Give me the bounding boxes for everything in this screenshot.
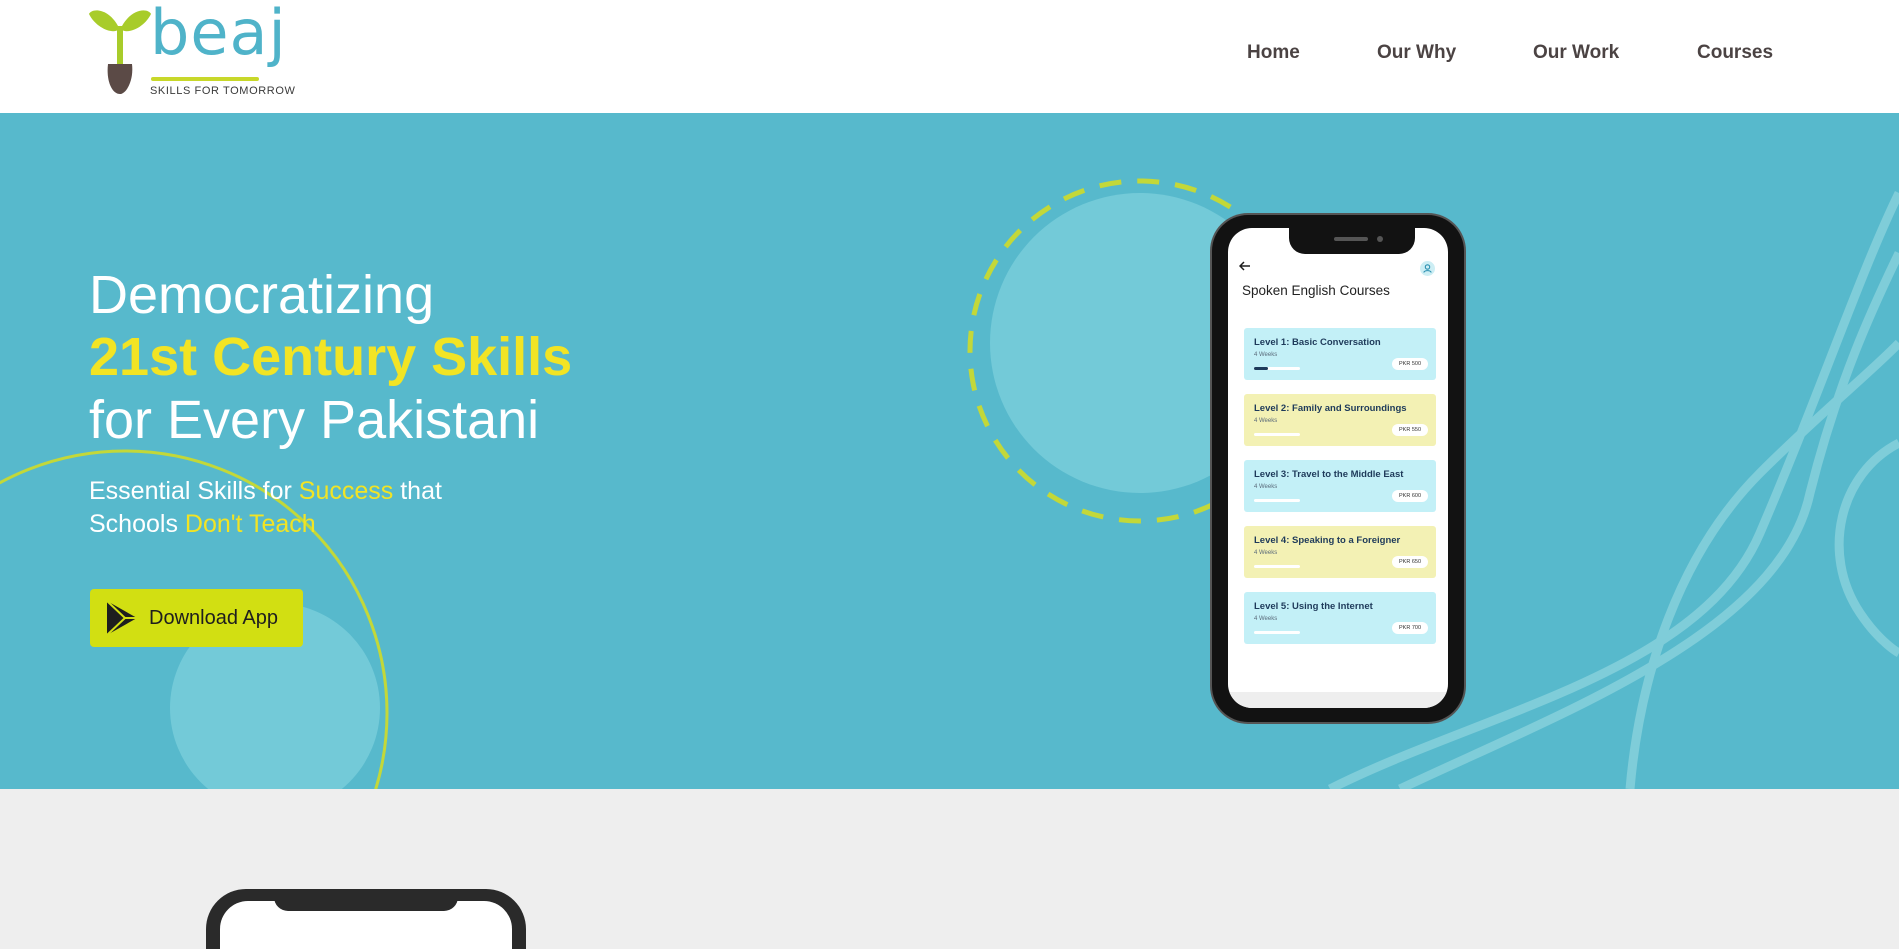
logo-tagline: SKILLS FOR TOMORROW bbox=[150, 85, 296, 97]
course-progress-track bbox=[1254, 433, 1300, 436]
back-arrow-icon[interactable] bbox=[1239, 261, 1251, 271]
course-duration: 4 Weeks bbox=[1254, 418, 1278, 424]
course-card[interactable]: Level 5: Using the Internet 4 Weeks PKR 70… bbox=[1244, 592, 1436, 644]
phone-speaker bbox=[1334, 237, 1368, 241]
course-duration: 4 Weeks bbox=[1254, 616, 1278, 622]
main-nav: Home Our Why Our Work Courses bbox=[0, 38, 1899, 68]
course-price: PKR 550 bbox=[1392, 424, 1428, 436]
course-price: PKR 650 bbox=[1392, 556, 1428, 568]
subtitle-text: Essential Skills for bbox=[89, 477, 299, 505]
course-title: Level 2: Family and Surroundings bbox=[1254, 403, 1407, 414]
person-icon bbox=[1423, 264, 1432, 273]
subtitle-highlight-dont-teach: Don't Teach bbox=[184, 510, 316, 538]
course-progress-track bbox=[1254, 499, 1300, 502]
course-price: PKR 600 bbox=[1392, 490, 1428, 502]
hero-headline-line1: Democratizing bbox=[89, 265, 435, 325]
course-card[interactable]: Level 1: Basic Conversation 4 Weeks PKR 50… bbox=[1244, 328, 1436, 380]
hero-headline-line3: for Every Pakistani bbox=[89, 390, 540, 450]
course-card[interactable]: Level 4: Speaking to a Foreigner 4 Weeks P… bbox=[1244, 526, 1436, 578]
course-duration: 4 Weeks bbox=[1254, 484, 1278, 490]
course-title: Level 1: Basic Conversation bbox=[1254, 337, 1381, 348]
subtitle-text: that bbox=[393, 477, 442, 505]
nav-courses[interactable]: Courses bbox=[1697, 42, 1773, 64]
hero-subtitle-line1: Essential Skills for Success that bbox=[89, 479, 442, 504]
screen-bottom-bar bbox=[1228, 692, 1448, 708]
nav-home[interactable]: Home bbox=[1247, 42, 1300, 64]
profile-icon[interactable] bbox=[1420, 261, 1435, 276]
hero-section: Democratizing 21st Century Skills for Ev… bbox=[0, 113, 1899, 789]
phone-screen: Spoken English Courses Level 1: Basic Co… bbox=[1228, 228, 1448, 708]
logo-underline bbox=[151, 77, 259, 81]
course-title: Level 3: Travel to the Middle East bbox=[1254, 469, 1404, 480]
course-price: PKR 500 bbox=[1392, 358, 1428, 370]
course-card[interactable]: Level 2: Family and Surroundings 4 Weeks P… bbox=[1244, 394, 1436, 446]
site-header: beaj SKILLS FOR TOMORROW Home Our Why Ou… bbox=[0, 0, 1899, 113]
course-title: Level 4: Speaking to a Foreigner bbox=[1254, 535, 1401, 546]
course-duration: 4 Weeks bbox=[1254, 352, 1278, 358]
course-progress-track bbox=[1254, 565, 1300, 568]
phone-notch bbox=[1289, 228, 1415, 254]
second-section-phone-mockup bbox=[206, 889, 526, 949]
nav-our-why[interactable]: Our Why bbox=[1377, 42, 1456, 64]
course-card[interactable]: Level 3: Travel to the Middle East 4 Week… bbox=[1244, 460, 1436, 512]
hero-background-decor bbox=[0, 178, 1899, 789]
course-price: PKR 700 bbox=[1392, 622, 1428, 634]
course-duration: 4 Weeks bbox=[1254, 550, 1278, 556]
play-store-icon bbox=[106, 600, 137, 636]
download-app-label: Download App bbox=[149, 607, 278, 629]
hero-headline-line2: 21st Century Skills bbox=[89, 327, 573, 387]
course-progress-track bbox=[1254, 631, 1300, 634]
course-progress-fill bbox=[1254, 367, 1268, 370]
screen-title: Spoken English Courses bbox=[1242, 283, 1390, 298]
download-app-button[interactable]: Download App bbox=[90, 589, 303, 647]
second-phone-notch bbox=[274, 893, 458, 911]
phone-mockup: Spoken English Courses Level 1: Basic Co… bbox=[1212, 215, 1464, 722]
phone-camera bbox=[1377, 236, 1383, 242]
hero-subtitle-line2: Schools Don't Teach bbox=[89, 512, 316, 537]
subtitle-highlight-success: Success bbox=[298, 477, 394, 505]
course-title: Level 5: Using the Internet bbox=[1254, 601, 1373, 612]
nav-our-work[interactable]: Our Work bbox=[1533, 42, 1619, 64]
subtitle-text: Schools bbox=[89, 510, 185, 538]
